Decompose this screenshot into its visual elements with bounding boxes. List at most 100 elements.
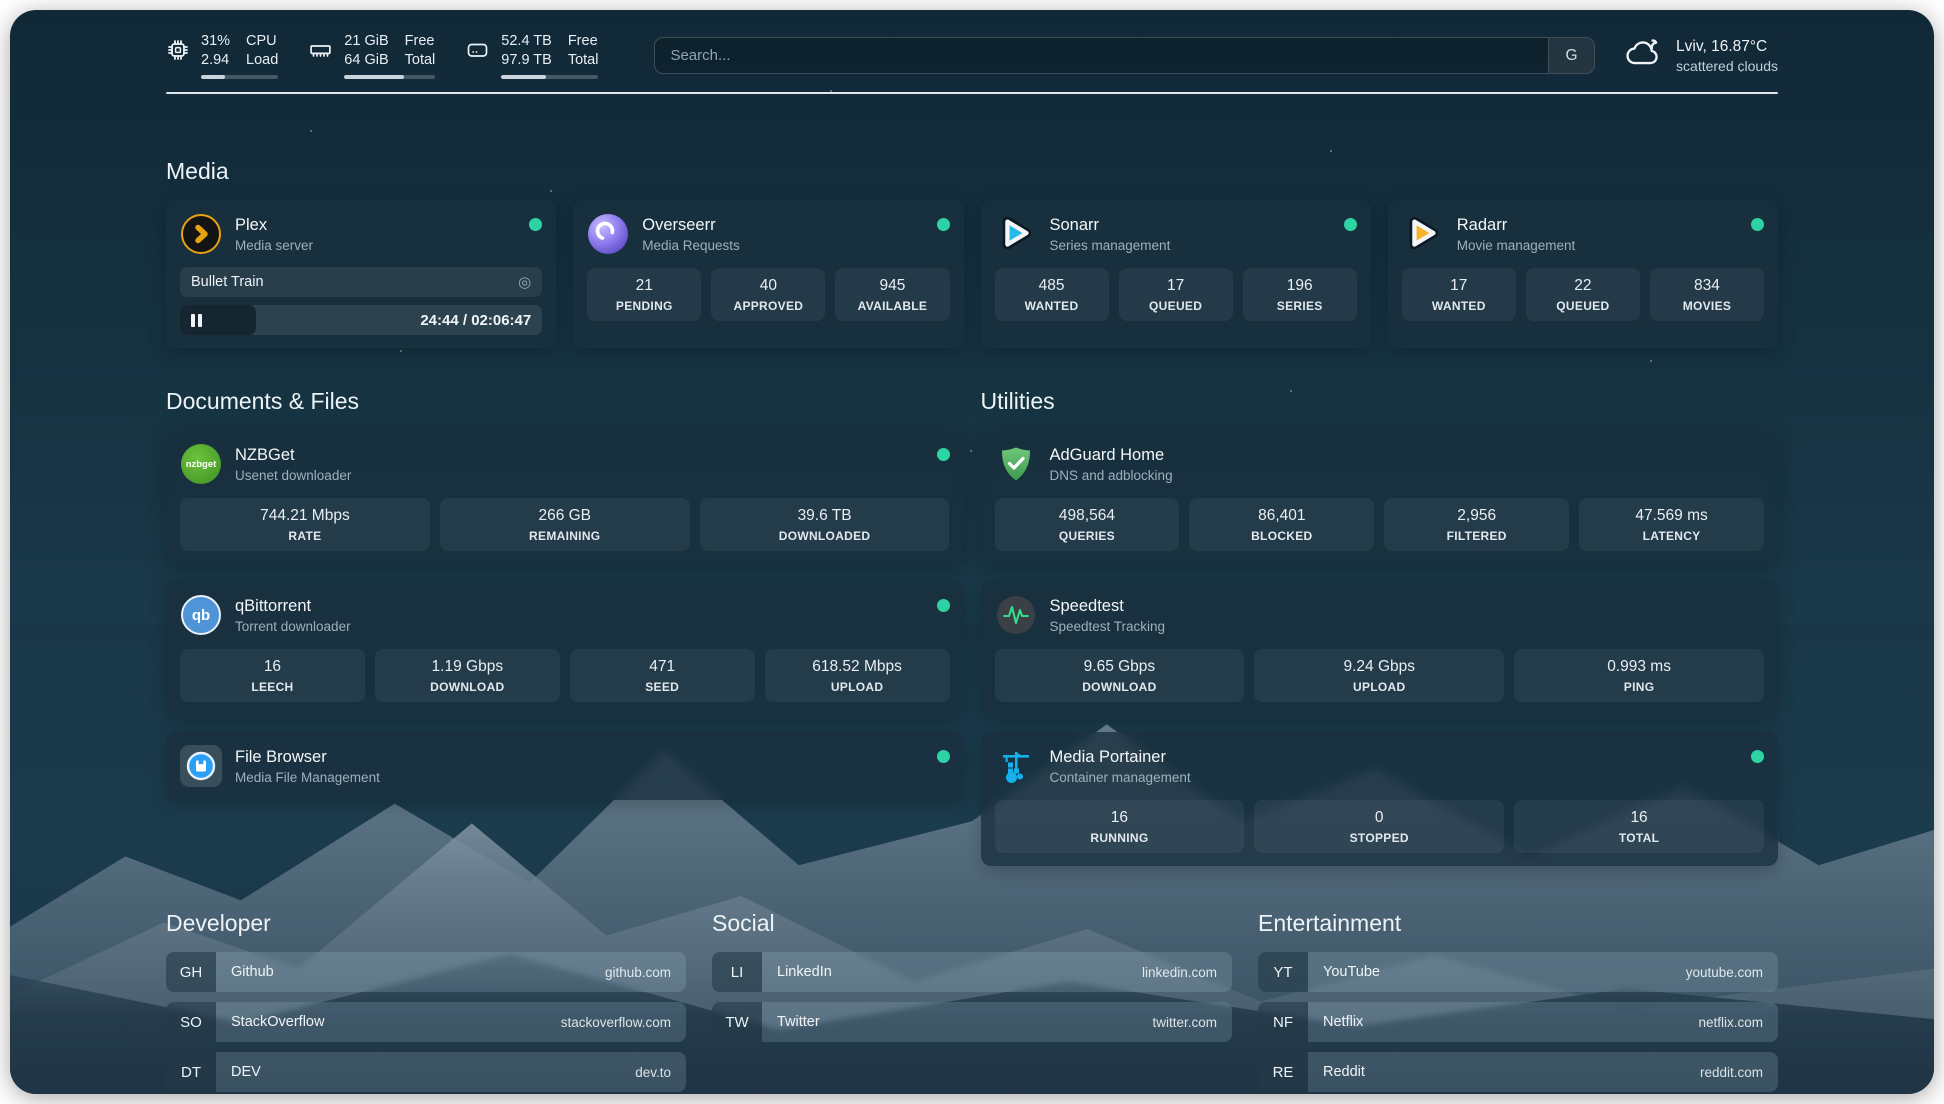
radarr-icon: [1402, 213, 1444, 255]
service-card-radarr[interactable]: Radarr Movie management 17WANTED 22QUEUE…: [1388, 200, 1778, 348]
bookmark-reddit[interactable]: RE Reddit reddit.com: [1258, 1052, 1778, 1092]
disk-icon: [465, 32, 490, 67]
service-name: Speedtest: [1050, 597, 1166, 616]
service-card-qbittorrent[interactable]: qb qBittorrent Torrent downloader 16LEEC…: [166, 581, 964, 715]
bookmark-github[interactable]: GH Github github.com: [166, 952, 686, 992]
service-name: Radarr: [1457, 216, 1576, 235]
bookmark-name: DEV: [231, 1064, 261, 1080]
bookmark-domain: reddit.com: [1700, 1065, 1763, 1080]
disk-label-2: Total: [568, 51, 599, 70]
bookmark-name: StackOverflow: [231, 1014, 324, 1030]
service-card-nzbget[interactable]: nzbget NZBGet Usenet downloader 744.21 M…: [166, 430, 964, 564]
service-card-filebrowser[interactable]: File Browser Media File Management: [166, 732, 964, 800]
cpu-widget: 31%2.94 CPULoad: [166, 32, 278, 79]
stat-approved: 40APPROVED: [711, 268, 825, 321]
cpu-label-1: CPU: [246, 32, 278, 51]
stat-total: 16TOTAL: [1514, 800, 1764, 853]
stat-ping: 0.993 msPING: [1514, 649, 1764, 702]
section-title-developer: Developer: [166, 910, 686, 937]
dashboard-window: 31%2.94 CPULoad 21 GiB64 GiB Fre: [10, 10, 1934, 1094]
portainer-icon: [995, 745, 1037, 787]
cpu-label-2: Load: [246, 51, 278, 70]
status-dot: [1344, 218, 1357, 231]
service-description: Torrent downloader: [235, 619, 351, 634]
stat-download: 1.19 GbpsDOWNLOAD: [375, 649, 560, 702]
memory-label-2: Total: [405, 51, 436, 70]
service-description: Speedtest Tracking: [1050, 619, 1166, 634]
stat-upload: 9.24 GbpsUPLOAD: [1254, 649, 1504, 702]
stat-movies: 834MOVIES: [1650, 268, 1764, 321]
section-title-utilities: Utilities: [981, 388, 1779, 415]
service-name: Sonarr: [1050, 216, 1171, 235]
section-title-documents: Documents & Files: [166, 388, 964, 415]
bookmark-domain: youtube.com: [1686, 965, 1763, 980]
bookmark-youtube[interactable]: YT YouTube youtube.com: [1258, 952, 1778, 992]
status-dot: [1751, 218, 1764, 231]
service-description: Movie management: [1457, 238, 1576, 253]
bookmark-name: Twitter: [777, 1014, 820, 1030]
pause-icon: [191, 314, 202, 327]
bookmark-twitter[interactable]: TW Twitter twitter.com: [712, 1002, 1232, 1042]
stat-leech: 16LEECH: [180, 649, 365, 702]
stat-queued: 17QUEUED: [1119, 268, 1233, 321]
memory-free: 21 GiB: [344, 32, 388, 51]
player-time: 24:44 / 02:06:47: [420, 312, 531, 329]
bookmark-domain: netflix.com: [1698, 1015, 1763, 1030]
service-name: File Browser: [235, 748, 380, 767]
status-dot: [937, 218, 950, 231]
service-card-overseerr[interactable]: Overseerr Media Requests 21PENDING 40APP…: [573, 200, 963, 348]
section-title-entertainment: Entertainment: [1258, 910, 1778, 937]
status-dot: [1751, 750, 1764, 763]
qbittorrent-icon: qb: [180, 594, 222, 636]
stat-remaining: 266 GBREMAINING: [440, 498, 690, 551]
memory-label-1: Free: [405, 32, 436, 51]
bookmark-name: Reddit: [1323, 1064, 1365, 1080]
stat-wanted: 17WANTED: [1402, 268, 1516, 321]
search-bar: G: [654, 37, 1595, 74]
cpu-progress-track: [201, 75, 278, 80]
service-name: Plex: [235, 216, 313, 235]
disk-total: 97.9 TB: [501, 51, 552, 70]
top-bar: 31%2.94 CPULoad 21 GiB64 GiB Fre: [166, 32, 1778, 79]
service-card-plex[interactable]: Plex Media server Bullet Train ◎ 24:44 /…: [166, 200, 556, 348]
service-name: NZBGet: [235, 446, 351, 465]
bookmark-group-entertainment: Entertainment YT YouTube youtube.com NF …: [1258, 910, 1778, 1094]
service-card-sonarr[interactable]: Sonarr Series management 485WANTED 17QUE…: [981, 200, 1371, 348]
player-bar: 24:44 / 02:06:47: [180, 305, 542, 335]
stat-pending: 21PENDING: [587, 268, 701, 321]
media-grid: Plex Media server Bullet Train ◎ 24:44 /…: [166, 200, 1778, 348]
service-description: DNS and adblocking: [1050, 468, 1173, 483]
stat-wanted: 485WANTED: [995, 268, 1109, 321]
stat-filtered: 2,956FILTERED: [1384, 498, 1569, 551]
bookmark-domain: dev.to: [635, 1065, 671, 1080]
bookmark-abbr: TW: [712, 1002, 762, 1042]
search-provider-button[interactable]: G: [1548, 38, 1594, 73]
disk-progress-track: [501, 75, 598, 80]
stat-upload: 618.52 MbpsUPLOAD: [765, 649, 950, 702]
service-card-adguard[interactable]: AdGuard Home DNS and adblocking 498,564Q…: [981, 430, 1779, 564]
service-name: AdGuard Home: [1050, 446, 1173, 465]
search-input[interactable]: [655, 38, 1548, 73]
stat-rate: 744.21 MbpsRATE: [180, 498, 430, 551]
bookmark-dev[interactable]: DT DEV dev.to: [166, 1052, 686, 1092]
service-name: Overseerr: [642, 216, 740, 235]
bookmark-netflix[interactable]: NF Netflix netflix.com: [1258, 1002, 1778, 1042]
memory-icon: [308, 32, 333, 67]
disk-label-1: Free: [568, 32, 599, 51]
bookmark-domain: twitter.com: [1152, 1015, 1217, 1030]
bookmark-linkedin[interactable]: LI LinkedIn linkedin.com: [712, 952, 1232, 992]
service-card-speedtest[interactable]: Speedtest Speedtest Tracking 9.65 GbpsDO…: [981, 581, 1779, 715]
cpu-usage: 31%: [201, 32, 230, 51]
bookmark-name: Netflix: [1323, 1014, 1363, 1030]
stat-queued: 22QUEUED: [1526, 268, 1640, 321]
bookmark-abbr: GH: [166, 952, 216, 992]
bookmark-abbr: YT: [1258, 952, 1308, 992]
weather-widget: Lviv, 16.87°C scattered clouds: [1625, 38, 1778, 74]
disk-free: 52.4 TB: [501, 32, 552, 51]
service-description: Container management: [1050, 770, 1191, 785]
disk-widget: 52.4 TB97.9 TB FreeTotal: [465, 32, 598, 79]
bookmark-stackoverflow[interactable]: SO StackOverflow stackoverflow.com: [166, 1002, 686, 1042]
sonarr-icon: [995, 213, 1037, 255]
service-card-portainer[interactable]: Media Portainer Container management 16R…: [981, 732, 1779, 866]
now-playing-title: Bullet Train: [191, 274, 264, 290]
